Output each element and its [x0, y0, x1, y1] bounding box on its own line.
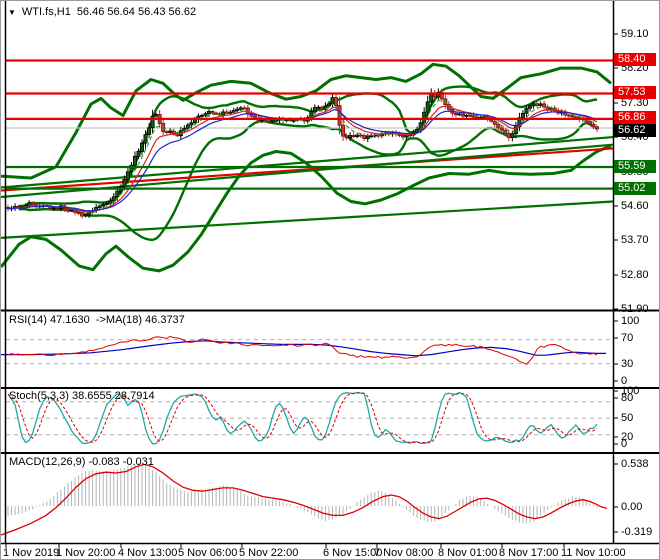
price-tick-label: 54.60 [621, 200, 649, 212]
stoch-scale-label: 50 [621, 412, 634, 424]
rsi-scale-label: 70 [621, 332, 634, 344]
macd-scale-label: 0.00 [621, 501, 643, 513]
current-price-badge: 56.62 [614, 124, 656, 137]
support-price-badge: 55.02 [614, 182, 656, 195]
time-tick-label: 1 Nov 20:00 [56, 547, 116, 559]
support-price-badge: 55.59 [614, 160, 656, 173]
chart-canvas[interactable] [1, 1, 660, 560]
resistance-price-badge: 57.53 [614, 86, 656, 99]
price-tick-label: 53.70 [621, 234, 649, 246]
time-tick-label: 11 Nov 10:00 [561, 547, 626, 559]
time-tick-label: 7 Nov 08:00 [374, 547, 434, 559]
quote-ohlc: 56.46 56.64 56.43 56.62 [76, 6, 197, 18]
chart-window: ▼ WTI.fs,H1 56.46 56.64 56.43 56.62 RSI(… [0, 0, 660, 560]
symbol-dropdown-icon[interactable]: ▼ [8, 7, 16, 18]
rsi-scale-label: 30 [621, 358, 634, 370]
time-tick-label: 5 Nov 22:00 [239, 547, 299, 559]
stoch-scale-label: 80 [621, 392, 634, 404]
macd-indicator-label: MACD(12,26,9) -0.083 -0.031 [9, 456, 154, 468]
price-tick-label: 59.10 [621, 28, 649, 40]
time-tick-label: 8 Nov 17:00 [499, 547, 559, 559]
stoch-indicator-label: Stoch(5,3,3) 38.6555 28.7914 [9, 390, 155, 402]
macd-scale-label: -0.319 [621, 526, 653, 538]
rsi-indicator-label: RSI(14) 47.1630 ->MA(18) 46.3737 [9, 314, 185, 326]
symbol-title: WTI.fs,H1 [21, 6, 71, 18]
macd-scale-label: 0.538 [621, 458, 649, 470]
time-tick-label: 1 Nov 2019 [3, 547, 60, 559]
time-tick-label: 5 Nov 06:00 [178, 547, 238, 559]
time-tick-label: 4 Nov 13:00 [118, 547, 178, 559]
resistance-price-badge: 58.40 [614, 53, 656, 66]
time-tick-label: 8 Nov 01:00 [438, 547, 498, 559]
price-tick-label: 52.80 [621, 269, 649, 281]
rsi-scale-label: 100 [621, 315, 640, 327]
resistance-price-badge: 56.86 [614, 111, 656, 124]
stoch-scale-label: 0 [621, 438, 628, 450]
chart-title-bar: ▼ WTI.fs,H1 56.46 56.64 56.43 56.62 [8, 6, 196, 18]
price-tick-label: 51.90 [621, 303, 649, 315]
